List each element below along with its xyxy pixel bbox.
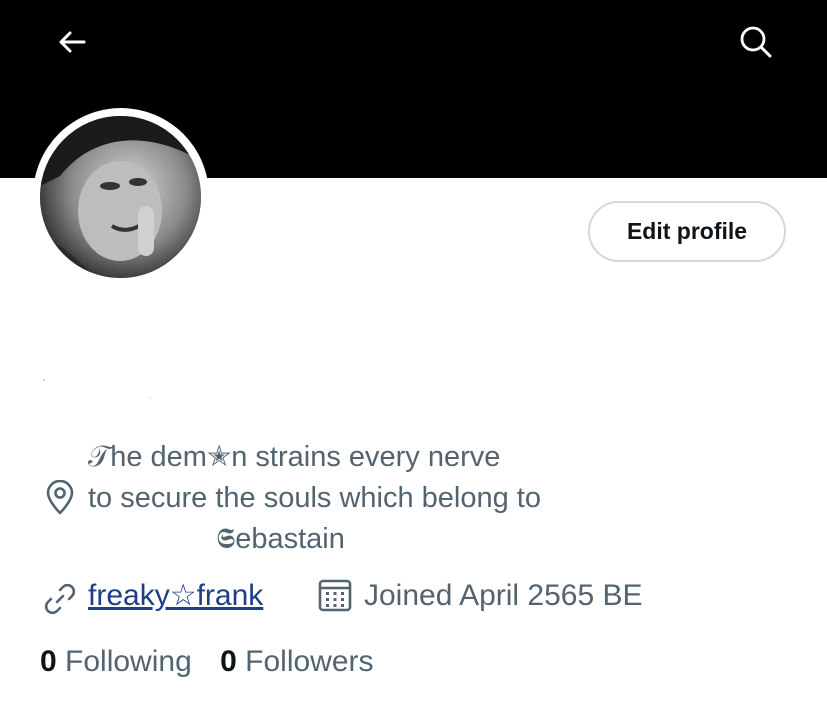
bio-line: 𝕾ebastain <box>216 523 345 555</box>
follow-stats: 0 Following 0 Followers <box>40 640 374 684</box>
calendar-icon <box>318 579 352 612</box>
search-icon <box>740 26 772 58</box>
bio-line: to secure the souls which belong to <box>88 482 541 514</box>
profile-bio: 𝒯he dem✭n strains every nerve to secure … <box>88 437 541 560</box>
bio-line: 𝒯he dem✭n strains every nerve <box>88 441 501 473</box>
faint-marks <box>43 379 151 399</box>
joined-date: Joined April 2565 BE <box>364 579 643 612</box>
location-icon <box>46 480 74 515</box>
arrow-left-icon <box>59 31 86 53</box>
followers-link[interactable]: 0 Followers <box>220 640 373 684</box>
search-button[interactable] <box>734 20 778 64</box>
profile-link[interactable]: freaky☆frank <box>88 574 263 618</box>
followers-count: 0 <box>220 645 237 678</box>
edit-profile-button[interactable]: Edit profile <box>588 201 786 262</box>
followers-label: Followers <box>245 645 374 678</box>
avatar[interactable] <box>40 116 201 278</box>
avatar-photo <box>40 116 201 278</box>
following-count: 0 <box>40 645 57 678</box>
following-label: Following <box>65 645 192 678</box>
following-link[interactable]: 0 Following <box>40 640 192 684</box>
back-button[interactable] <box>52 22 92 62</box>
link-icon <box>44 583 76 615</box>
